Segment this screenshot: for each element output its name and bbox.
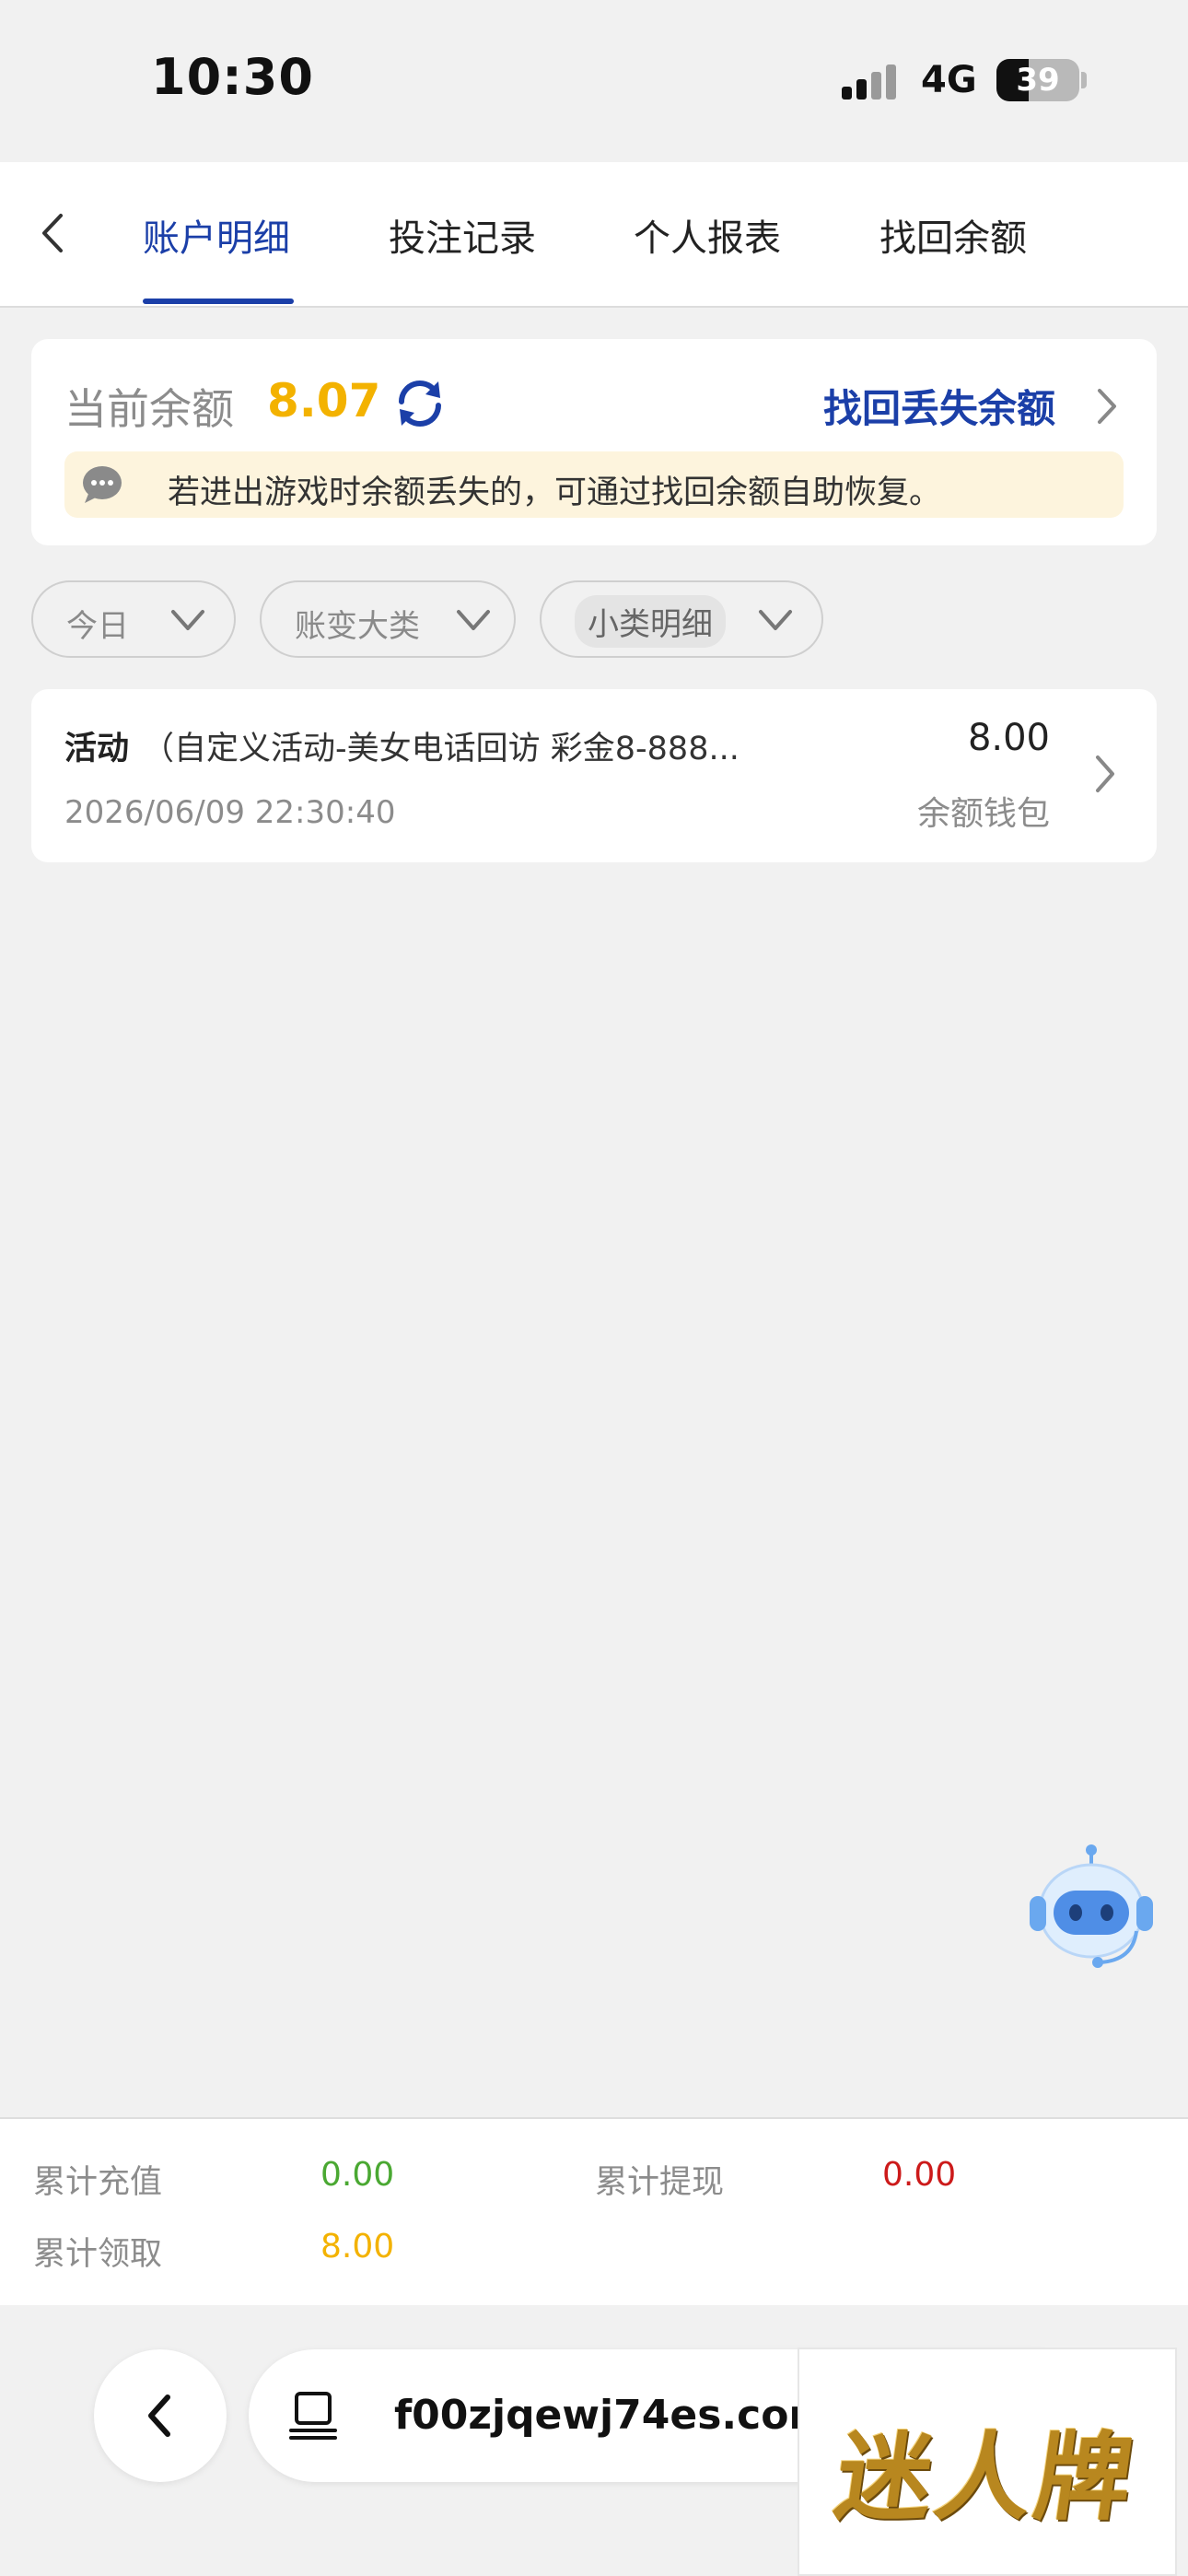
battery-icon: 39 <box>996 59 1079 101</box>
page-menu-icon[interactable] <box>289 2390 341 2441</box>
refresh-icon[interactable] <box>392 376 448 431</box>
totals-panel: 累计充值 0.00 累计提现 0.00 累计领取 8.00 <box>0 2117 1188 2305</box>
active-tab-indicator <box>143 299 294 304</box>
top-tab-bar: 账户明细 投注记录 个人报表 找回余额 <box>0 162 1188 308</box>
record-amount: 8.00 <box>967 717 1050 759</box>
notice-text: 若进出游戏时余额丢失的，可通过找回余额自助恢复。 <box>168 474 942 511</box>
back-button[interactable] <box>28 201 79 265</box>
battery-cap <box>1081 72 1087 88</box>
balance-label: 当前余额 <box>64 384 234 434</box>
chevron-left-icon <box>148 2395 170 2437</box>
record-list-item[interactable]: 活动 （自定义活动-美女电话回访 彩金8-888... 2026/06/09 2… <box>31 689 1157 862</box>
record-wallet: 余额钱包 <box>916 795 1050 833</box>
chat-bubble-icon <box>81 464 123 505</box>
total-received-label: 累计领取 <box>33 2236 163 2273</box>
status-bar: 10:30 4G 39 <box>0 0 1188 162</box>
filter-date-label: 今日 <box>66 608 129 645</box>
recover-lost-balance-link[interactable]: 找回丢失余额 <box>823 378 1055 434</box>
total-received-value: 8.00 <box>320 2228 395 2266</box>
brand-logo: 迷人牌 <box>798 2348 1177 2576</box>
battery-percent: 39 <box>1016 62 1060 99</box>
chevron-right-icon[interactable] <box>1090 383 1124 429</box>
tab-personal-report[interactable]: 个人报表 <box>634 208 781 262</box>
tab-bet-records[interactable]: 投注记录 <box>389 208 536 262</box>
customer-service-robot-icon[interactable] <box>1022 1843 1160 1981</box>
chevron-left-icon <box>42 214 63 252</box>
brand-logo-text: 迷人牌 <box>829 2420 1144 2534</box>
chevron-down-icon <box>171 610 204 630</box>
tab-recover-balance[interactable]: 找回余额 <box>879 208 1027 262</box>
notice-banner: 若进出游戏时余额丢失的，可通过找回余额自助恢复。 <box>64 451 1124 518</box>
cellular-signal-icon <box>842 63 904 100</box>
filter-category-label: 账变大类 <box>295 608 420 645</box>
record-time: 2026/06/09 22:30:40 <box>64 794 396 831</box>
balance-card: 当前余额 8.07 找回丢失余额 若进出游戏时余额丢失的，可通过找回余额自助恢复… <box>31 339 1157 545</box>
status-time: 10:30 <box>151 48 314 106</box>
network-type: 4G <box>921 59 977 101</box>
total-withdraw-value: 0.00 <box>882 2156 957 2194</box>
balance-value: 8.07 <box>267 374 381 427</box>
url-text: f00zjqewj74es.com <box>394 2392 832 2439</box>
filter-date[interactable]: 今日 <box>31 580 236 658</box>
record-description: （自定义活动-美女电话回访 彩金8-888... <box>142 731 740 767</box>
filter-subcategory-label: 小类明细 <box>575 595 726 648</box>
total-recharge-label: 累计充值 <box>33 2164 163 2201</box>
browser-back-button[interactable] <box>94 2349 227 2482</box>
chevron-down-icon <box>457 610 490 630</box>
total-withdraw-label: 累计提现 <box>595 2164 725 2201</box>
filter-subcategory[interactable]: 小类明细 <box>540 580 823 658</box>
tab-account-details[interactable]: 账户明细 <box>143 208 290 262</box>
chevron-down-icon <box>759 610 792 630</box>
total-recharge-value: 0.00 <box>320 2156 395 2194</box>
chevron-right-icon[interactable] <box>1089 748 1122 800</box>
filter-category[interactable]: 账变大类 <box>260 580 516 658</box>
record-type: 活动 <box>64 731 130 767</box>
